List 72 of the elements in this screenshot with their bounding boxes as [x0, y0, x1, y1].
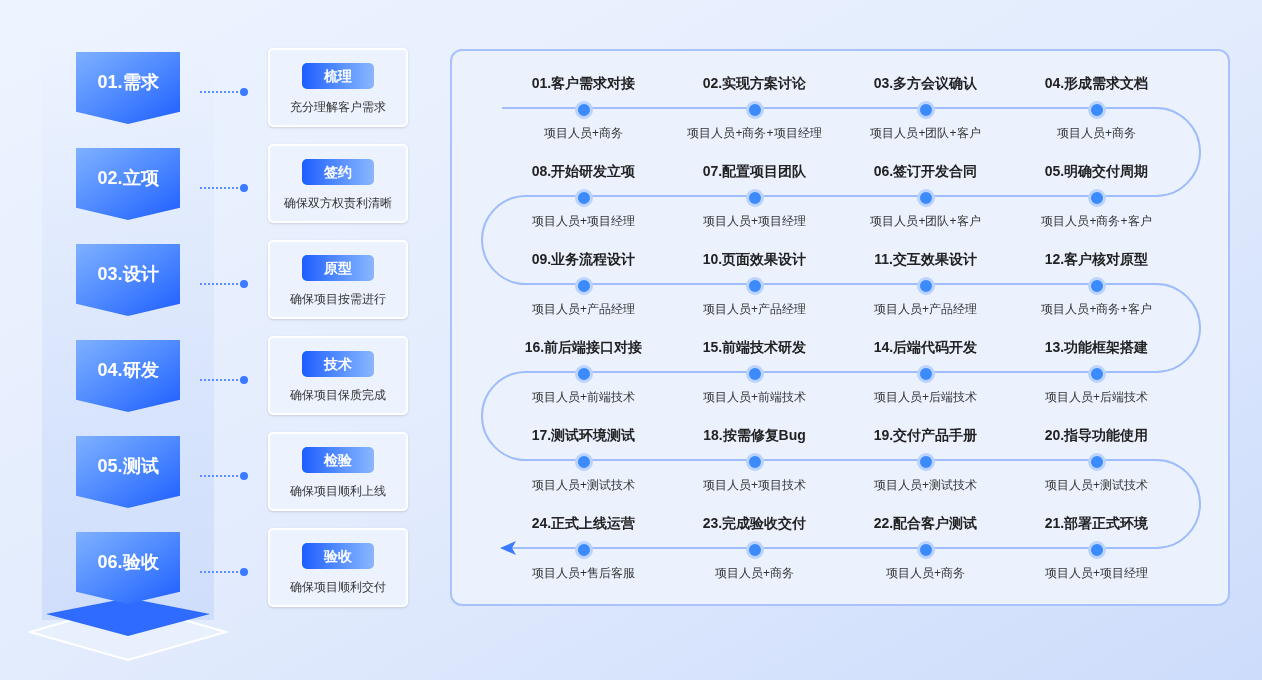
dotted-connector — [200, 184, 248, 192]
step-title: 10.页面效果设计 — [702, 250, 807, 269]
step-roles: 项目人员+后端技术 — [874, 389, 977, 406]
phase-label: 03.设计 — [76, 244, 180, 316]
phase-tag: 原型 — [302, 255, 374, 281]
step-title: 16.前后端接口对接 — [524, 338, 643, 357]
step-roles: 项目人员+商务+客户 — [1041, 213, 1152, 230]
step-title: 08.开始研发立项 — [531, 162, 636, 181]
step-title: 02.实现方案讨论 — [702, 74, 807, 93]
phase-label: 04.研发 — [76, 340, 180, 412]
step-roles: 项目人员+项目经理 — [1045, 565, 1148, 582]
step-title: 05.明确交付周期 — [1044, 162, 1149, 181]
phase-tag: 验收 — [302, 543, 374, 569]
step-roles: 项目人员+商务 — [886, 565, 965, 582]
step-roles: 项目人员+前端技术 — [532, 389, 635, 406]
step-title: 07.配置项目团队 — [702, 162, 807, 181]
dotted-connector — [200, 88, 248, 96]
step-roles: 项目人员+商务+客户 — [1041, 301, 1152, 318]
step-roles: 项目人员+测试技术 — [532, 477, 635, 494]
step-roles: 项目人员+产品经理 — [532, 301, 635, 318]
phase-label: 06.验收 — [76, 532, 180, 604]
step-title: 15.前端技术研发 — [702, 338, 807, 357]
step-roles: 项目人员+测试技术 — [874, 477, 977, 494]
step-roles: 项目人员+项目技术 — [703, 477, 806, 494]
step-roles: 项目人员+商务 — [1057, 125, 1136, 142]
step-roles: 项目人员+团队+客户 — [870, 125, 981, 142]
step-title: 03.多方会议确认 — [873, 74, 978, 93]
step-title: 23.完成验收交付 — [702, 514, 807, 533]
phase-label: 01.需求 — [76, 52, 180, 124]
step-title: 14.后端代码开发 — [873, 338, 978, 357]
step-title: 09.业务流程设计 — [531, 250, 636, 269]
phase-tag: 签约 — [302, 159, 374, 185]
phase-tag: 检验 — [302, 447, 374, 473]
step-roles: 项目人员+后端技术 — [1045, 389, 1148, 406]
dotted-connector — [200, 472, 248, 480]
step-title: 19.交付产品手册 — [873, 426, 978, 445]
step-roles: 项目人员+产品经理 — [874, 301, 977, 318]
phase-description: 确保项目顺利上线 — [290, 483, 386, 500]
step-title: 24.正式上线运营 — [531, 514, 636, 533]
step-roles: 项目人员+项目经理 — [532, 213, 635, 230]
step-title: 01.客户需求对接 — [531, 74, 636, 93]
phase-label: 02.立项 — [76, 148, 180, 220]
step-roles: 项目人员+产品经理 — [703, 301, 806, 318]
phase-description: 充分理解客户需求 — [290, 99, 386, 116]
step-roles: 项目人员+项目经理 — [703, 213, 806, 230]
step-roles: 项目人员+前端技术 — [703, 389, 806, 406]
step-roles: 项目人员+团队+客户 — [870, 213, 981, 230]
step-title: 21.部署正式环境 — [1044, 514, 1149, 533]
step-title: 12.客户核对原型 — [1044, 250, 1149, 269]
phase-description: 确保双方权责利清晰 — [284, 195, 392, 212]
dotted-connector — [200, 376, 248, 384]
phase-tag: 技术 — [302, 351, 374, 377]
phase-tag: 梳理 — [302, 63, 374, 89]
step-title: 22.配合客户测试 — [873, 514, 978, 533]
step-title: 04.形成需求文档 — [1044, 74, 1149, 93]
dotted-connector — [200, 280, 248, 288]
step-roles: 项目人员+测试技术 — [1045, 477, 1148, 494]
step-roles: 项目人员+商务 — [544, 125, 623, 142]
step-title: 20.指导功能使用 — [1044, 426, 1149, 445]
step-roles: 项目人员+售后客服 — [532, 565, 635, 582]
phase-description: 确保项目保质完成 — [290, 387, 386, 404]
dotted-connector — [200, 568, 248, 576]
phase-label: 05.测试 — [76, 436, 180, 508]
phase-description: 确保项目顺利交付 — [290, 579, 386, 596]
step-title: 17.测试环境测试 — [531, 426, 636, 445]
phase-description: 确保项目按需进行 — [290, 291, 386, 308]
step-title: 13.功能框架搭建 — [1044, 338, 1149, 357]
step-roles: 项目人员+商务 — [715, 565, 794, 582]
step-title: 18.按需修复Bug — [703, 426, 806, 445]
step-title: 11.交互效果设计 — [874, 250, 977, 269]
step-title: 06.签订开发合同 — [873, 162, 978, 181]
step-roles: 项目人员+商务+项目经理 — [687, 125, 822, 142]
